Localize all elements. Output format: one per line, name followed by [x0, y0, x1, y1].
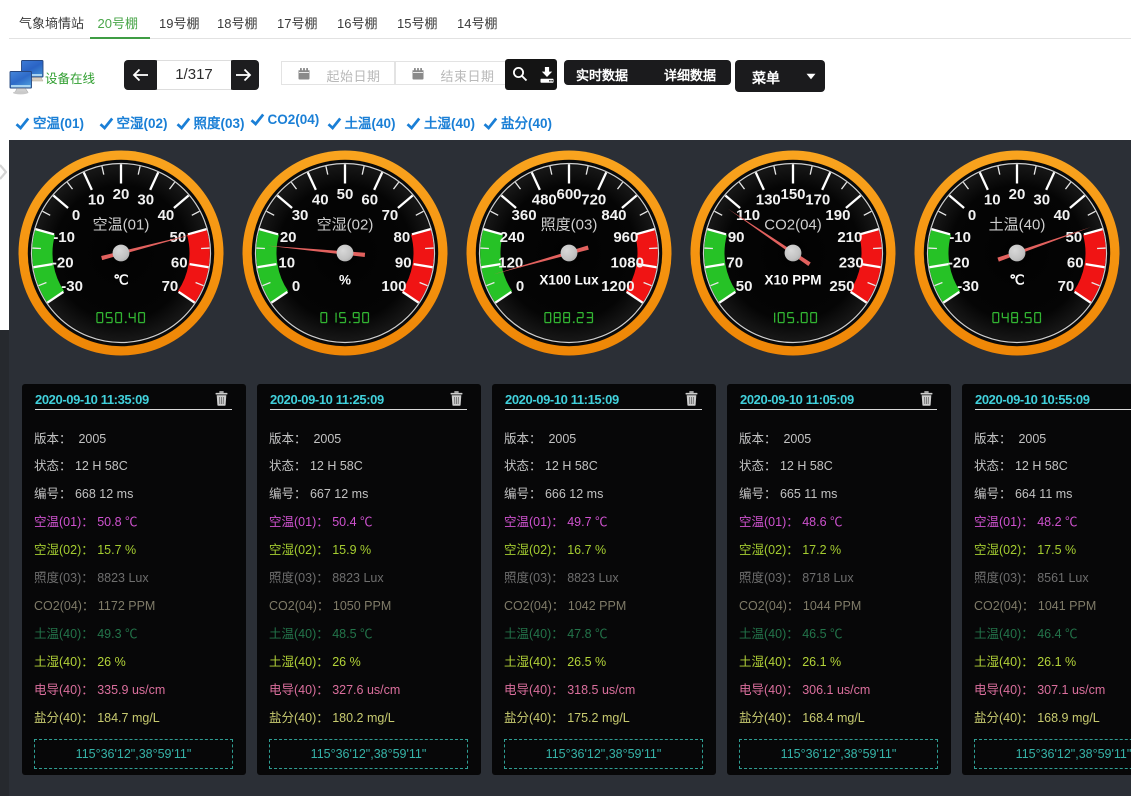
svg-text:20: 20 — [113, 186, 130, 203]
svg-text:120: 120 — [498, 254, 523, 271]
svg-text:480: 480 — [532, 191, 557, 208]
svg-text:70: 70 — [1058, 278, 1075, 295]
svg-text:250: 250 — [829, 278, 854, 295]
svg-text:50: 50 — [1065, 229, 1082, 246]
svg-text:-20: -20 — [52, 254, 74, 271]
svg-text:960: 960 — [613, 229, 638, 246]
svg-text:70: 70 — [726, 254, 743, 271]
svg-text:210: 210 — [837, 229, 862, 246]
svg-text:-30: -30 — [957, 278, 979, 295]
svg-text:60: 60 — [361, 191, 378, 208]
svg-text:240: 240 — [500, 229, 525, 246]
svg-text:℃: ℃ — [1009, 273, 1025, 288]
svg-text:0: 0 — [72, 207, 80, 224]
svg-text:0: 0 — [292, 278, 300, 295]
svg-text:1200: 1200 — [601, 278, 634, 295]
svg-text:-10: -10 — [949, 229, 971, 246]
svg-text:40: 40 — [312, 191, 329, 208]
svg-text:0: 0 — [968, 207, 976, 224]
svg-text:-20: -20 — [948, 254, 970, 271]
svg-text:840: 840 — [601, 207, 626, 224]
svg-text:40: 40 — [1054, 207, 1071, 224]
svg-text:60: 60 — [1067, 254, 1084, 271]
svg-text:30: 30 — [1033, 191, 1050, 208]
svg-text:50: 50 — [169, 229, 186, 246]
svg-text:100: 100 — [381, 278, 406, 295]
svg-text:360: 360 — [512, 207, 537, 224]
svg-text:-10: -10 — [53, 229, 75, 246]
svg-text:70: 70 — [382, 207, 399, 224]
svg-text:CO2(04): CO2(04) — [764, 217, 822, 234]
svg-text:130: 130 — [756, 191, 781, 208]
svg-text:10: 10 — [984, 191, 1001, 208]
svg-text:空温(01): 空温(01) — [93, 217, 150, 234]
svg-text:80: 80 — [393, 229, 410, 246]
svg-text:土温(40): 土温(40) — [989, 217, 1046, 234]
svg-text:空湿(02): 空湿(02) — [317, 217, 374, 234]
svg-text:℃: ℃ — [113, 273, 129, 288]
svg-text:%: % — [339, 273, 351, 288]
svg-text:20: 20 — [1009, 186, 1026, 203]
svg-text:150: 150 — [780, 186, 805, 203]
svg-text:190: 190 — [825, 207, 850, 224]
svg-text:30: 30 — [292, 207, 309, 224]
svg-text:X10 PPM: X10 PPM — [764, 273, 821, 288]
svg-text:90: 90 — [395, 254, 412, 271]
svg-text:20: 20 — [280, 229, 297, 246]
svg-text:60: 60 — [171, 254, 188, 271]
svg-text:70: 70 — [162, 278, 179, 295]
svg-text:50: 50 — [337, 186, 354, 203]
svg-text:0: 0 — [516, 278, 524, 295]
svg-text:110: 110 — [736, 207, 760, 224]
svg-text:10: 10 — [88, 191, 105, 208]
svg-text:30: 30 — [137, 191, 154, 208]
svg-text:40: 40 — [158, 207, 175, 224]
svg-text:X100 Lux: X100 Lux — [539, 273, 599, 288]
svg-text:照度(03): 照度(03) — [541, 217, 598, 234]
svg-text:230: 230 — [839, 254, 864, 271]
svg-text:10: 10 — [278, 254, 295, 271]
svg-text:50: 50 — [736, 278, 753, 295]
svg-text:1080: 1080 — [611, 254, 644, 271]
svg-text:600: 600 — [556, 186, 581, 203]
svg-text:90: 90 — [728, 229, 745, 246]
svg-text:-30: -30 — [61, 278, 83, 295]
